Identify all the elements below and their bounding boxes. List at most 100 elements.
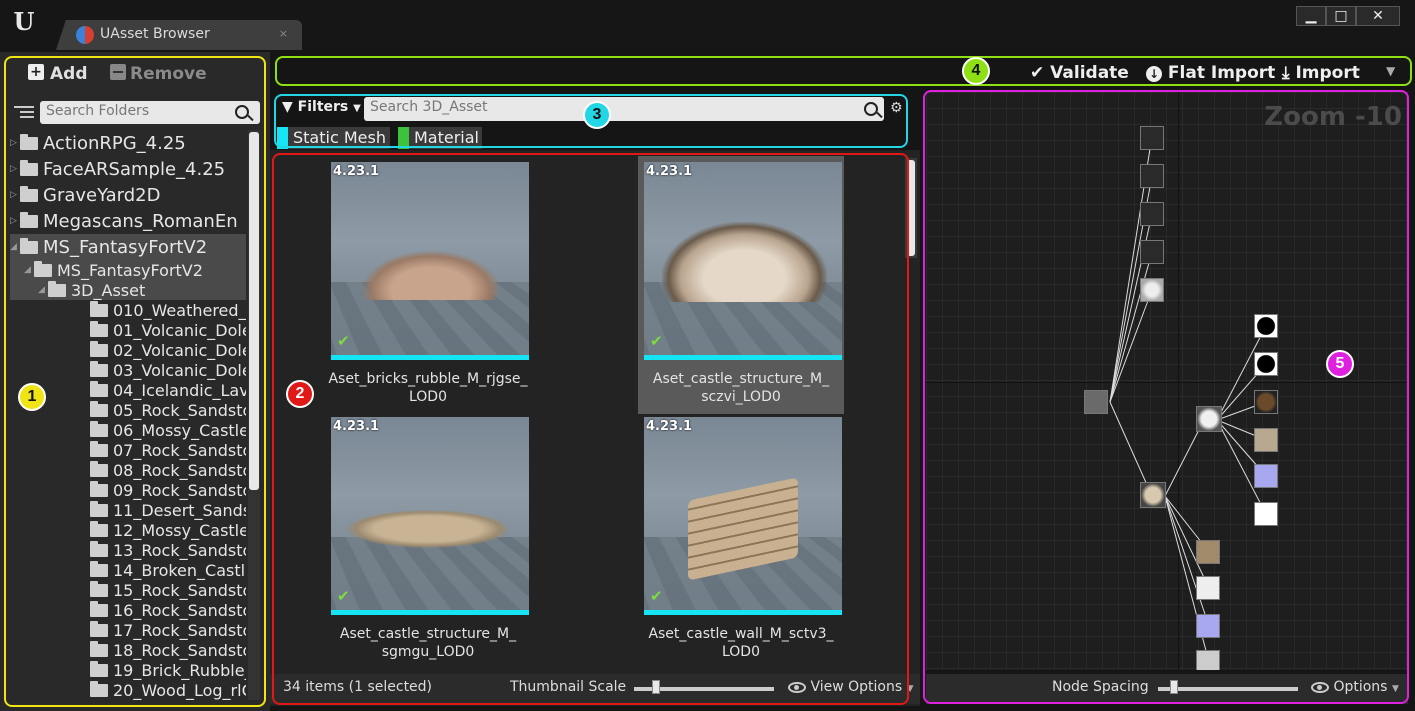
folder-tree-item[interactable]: 13_Rock_Sandstone [10,540,246,560]
folder-tree-item[interactable]: 07_Rock_Sandstone [10,440,246,460]
folder-tree-item[interactable]: 18_Rock_Sandstone [10,640,246,660]
graph-node[interactable] [1196,406,1222,432]
asset-grid-scrollbar[interactable] [905,158,917,258]
folder-tree-item[interactable]: ▷ GraveYard2D [10,182,246,208]
import-icon: ⤓ [1282,63,1290,83]
expand-down-icon[interactable]: ◢ [24,265,34,275]
asset-grid-scrollbar-thumb[interactable] [907,160,915,256]
graph-node[interactable] [1254,428,1278,452]
folder-list-view-icon[interactable] [14,104,34,120]
folder-tree-item[interactable]: 05_Rock_Sandstone [10,400,246,420]
search-assets-icon[interactable] [864,102,878,116]
folder-tree-item[interactable]: 01_Volcanic_Dolerite [10,320,246,340]
expand-down-icon[interactable]: ◢ [38,285,48,295]
folder-tree-item[interactable]: 08_Rock_Sandstone [10,460,246,480]
folder-tree-item[interactable]: 03_Volcanic_Dolerite [10,360,246,380]
preview-options-button[interactable]: Options ▼ [1311,679,1399,695]
folder-label: 14_Broken_Castle_W [113,560,246,580]
folder-icon [90,460,108,477]
folder-tree-item[interactable]: ▷ Megascans_RomanEn [10,208,246,234]
flat-import-label: Flat Import [1167,63,1276,83]
expand-right-icon[interactable]: ▷ [10,216,20,226]
close-button[interactable]: ✕ [1356,6,1400,26]
expand-down-icon[interactable]: ◢ [10,242,20,252]
folder-tree-item[interactable]: 19_Brick_Rubble_rjg [10,660,246,680]
graph-node[interactable] [1254,314,1278,338]
folder-tree-item[interactable]: 14_Broken_Castle_W [10,560,246,580]
graph-node[interactable] [1140,126,1164,150]
tab-close-icon[interactable]: × [279,27,288,40]
graph-node[interactable] [1254,352,1278,376]
asset-name: Aset_castle_structure_M_ sczvi_LOD0 [652,371,830,405]
folder-tree-item[interactable]: 09_Rock_Sandstone [10,480,246,500]
graph-node[interactable] [1140,240,1164,264]
folder-tree-item[interactable]: 02_Volcanic_Dolerite [10,340,246,360]
folder-tree-item[interactable]: 11_Desert_Sandstor [10,500,246,520]
validated-check-icon: ✔ [650,587,663,605]
filters-dropdown[interactable]: ▼ Filters ▼ [282,99,361,115]
asset-version: 4.23.1 [333,164,380,179]
graph-node[interactable] [1254,502,1278,526]
filter-chip-material[interactable]: Material [398,127,482,149]
folder-scrollbar-thumb[interactable] [249,132,259,490]
graph-node[interactable] [1254,390,1278,414]
unreal-logo-icon: U [13,7,35,36]
flat-import-button[interactable]: ↓ Flat Import [1146,63,1275,83]
graph-node-output[interactable] [1084,390,1108,414]
folder-label: 02_Volcanic_Dolerite [113,340,246,360]
folder-tree-item[interactable]: 17_Rock_Sandstone [10,620,246,640]
graph-node[interactable] [1140,278,1164,302]
folder-label: 08_Rock_Sandstone [113,460,246,480]
folder-scrollbar[interactable] [248,130,260,700]
settings-gear-icon[interactable]: ⚙ [890,100,912,120]
add-button[interactable]: Add [50,64,88,84]
folder-tree-item[interactable]: 010_Weathered_Icel [10,300,246,320]
folder-tree-item[interactable]: ▷ ActionRPG_4.25 [10,130,246,156]
asset-tile[interactable]: 4.23.1 ✔ Aset_bricks_rubble_M_rjgse_ LOD0 [325,156,531,414]
folder-label: Megascans_RomanEn [43,210,238,232]
graph-node[interactable] [1254,464,1278,488]
folder-tree-item[interactable]: 16_Rock_Sandstone [10,600,246,620]
folder-tree-item[interactable]: 12_Mossy_Castle_W [10,520,246,540]
maximize-button[interactable]: □ [1326,6,1356,26]
graph-node[interactable] [1196,576,1220,600]
graph-node[interactable] [1196,650,1220,670]
expand-right-icon[interactable]: ▷ [10,164,20,174]
graph-node[interactable] [1196,540,1220,564]
graph-node[interactable] [1140,164,1164,188]
filter-chip-static-mesh[interactable]: Static Mesh [277,127,390,149]
validate-button[interactable]: ✔ Validate [1030,63,1129,83]
asset-thumbnail: 4.23.1 ✔ [644,162,842,360]
node-spacing-slider[interactable] [1158,687,1298,691]
validated-check-icon: ✔ [650,332,663,350]
thumbnail-scale-slider-knob[interactable] [652,680,660,694]
folder-tree-item[interactable]: ▷ FaceARSample_4.25 [10,156,246,182]
material-graph-preview[interactable]: Zoom -10 [926,92,1408,670]
tab-uasset-browser[interactable]: UAsset Browser × [56,20,302,50]
remove-button[interactable]: Remove [130,64,207,84]
chevron-down-icon: ▼ [353,103,361,114]
folder-tree-item[interactable]: 06_Mossy_Castle_W [10,420,246,440]
asset-tile[interactable]: 4.23.1 ✔ Aset_castle_wall_M_sctv3_ LOD0 [638,411,844,669]
node-spacing-slider-knob[interactable] [1170,680,1178,694]
folder-icon [20,133,38,150]
expand-right-icon[interactable]: ▷ [10,190,20,200]
asset-tile-selected[interactable]: 4.23.1 ✔ Aset_castle_structure_M_ sczvi_L… [638,156,844,414]
view-options-button[interactable]: View Options ▼ [788,679,914,695]
import-button[interactable]: ⤓ Import [1282,63,1360,83]
import-dropdown-chevron-icon[interactable]: ▼ [1386,64,1395,78]
folder-tree-item[interactable]: 20_Wood_Log_rlCaz [10,680,246,700]
folder-tree-item[interactable]: 15_Rock_Sandstone [10,580,246,600]
search-assets-input[interactable]: Search 3D_Asset [364,97,884,121]
folder-tree-item[interactable]: ◢ 3D_Asset [10,280,246,300]
graph-node[interactable] [1196,614,1220,638]
graph-node[interactable] [1140,202,1164,226]
expand-right-icon[interactable]: ▷ [10,138,20,148]
minimize-button[interactable]: ▁ [1296,6,1326,26]
search-icon[interactable] [235,105,249,119]
folder-tree-item[interactable]: ◢ MS_FantasyFortV2 [10,234,246,260]
folder-tree-item[interactable]: ◢ MS_FantasyFortV2 [10,260,246,280]
asset-tile[interactable]: 4.23.1 ✔ Aset_castle_structure_M_ sgmgu_L… [325,411,531,669]
graph-node[interactable] [1140,482,1166,508]
search-folders-input[interactable]: Search Folders [40,101,260,124]
